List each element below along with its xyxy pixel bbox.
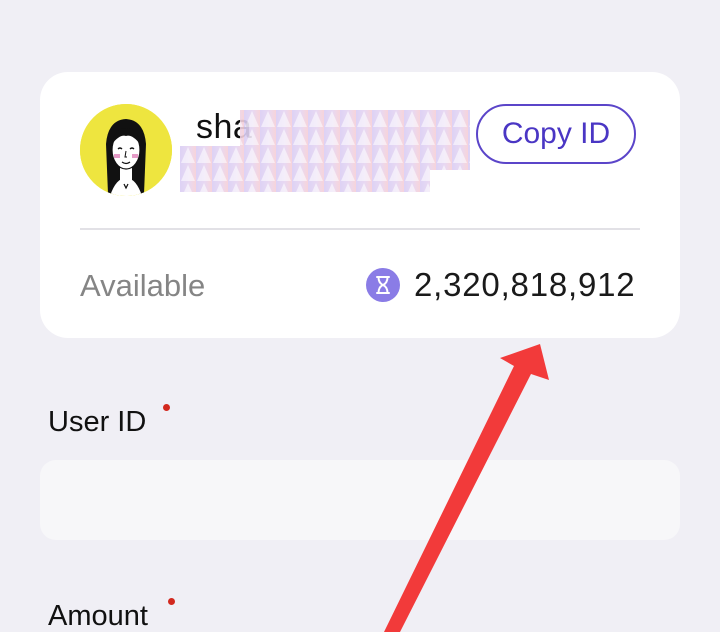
amount-label: Amount [48, 600, 148, 632]
user-id-input[interactable] [40, 460, 680, 540]
avatar [80, 104, 172, 196]
page-root: sha Copy ID Available 2,320,818,912 User… [0, 0, 720, 632]
hourglass-coin-icon [366, 268, 400, 302]
redaction-overlay [180, 110, 470, 192]
user-id-label: User ID [48, 406, 147, 438]
avatar-illustration-icon [80, 104, 172, 196]
account-card: sha Copy ID Available 2,320,818,912 [40, 72, 680, 338]
divider [80, 228, 640, 230]
available-label: Available [80, 268, 206, 303]
copy-id-button[interactable]: Copy ID [476, 104, 636, 164]
required-indicator [163, 404, 170, 411]
balance-amount: 2,320,818,912 [414, 266, 636, 303]
required-indicator [168, 598, 175, 605]
